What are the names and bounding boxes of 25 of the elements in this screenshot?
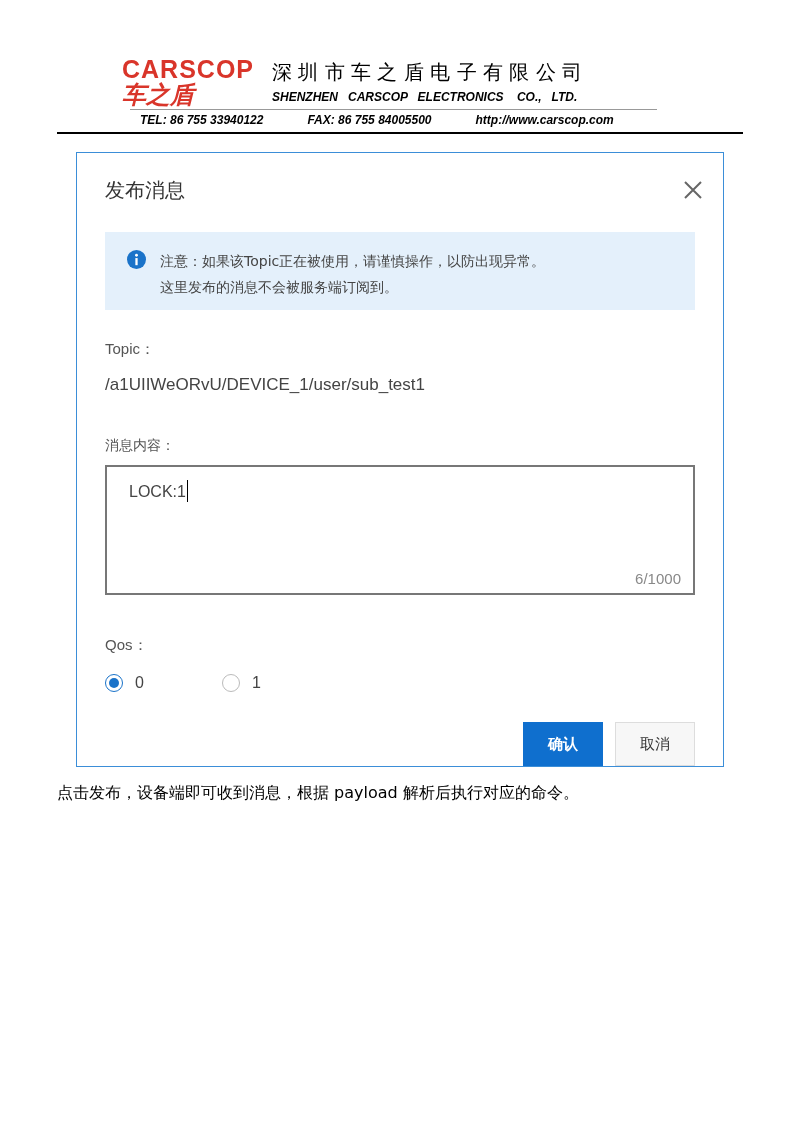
- info-icon: [127, 250, 146, 269]
- text-cursor-icon: [186, 479, 188, 502]
- message-value: LOCK:1: [129, 481, 186, 502]
- message-field[interactable]: LOCK:1 6/1000: [105, 464, 695, 595]
- dialog-title: 发布消息: [105, 177, 185, 204]
- topic-label: Topic：: [105, 338, 157, 359]
- message-label: 消息内容：: [105, 435, 176, 455]
- topic-path: /a1UIIWeORvU/DEVICE_1/user/sub_test1: [105, 374, 426, 397]
- character-counter: 6/1000: [635, 569, 681, 589]
- caption-text: 点击发布，设备端即可收到消息，根据 payload 解析后执行对应的命令。: [57, 782, 579, 804]
- qos-label: Qos：: [105, 634, 149, 655]
- logo-text: 车之盾: [122, 82, 272, 108]
- contact-text: FAX: 86 755 84005500: [307, 112, 432, 129]
- notice-text: 这里发布的消息不会被服务端订阅到。: [160, 278, 399, 297]
- company-name: 深 圳 市 车 之 盾 电 子 有 限 公 司: [272, 60, 582, 84]
- logo-text: CARSCOP: [122, 56, 255, 82]
- cancel-button[interactable]: 取消: [615, 722, 695, 766]
- notice-text: 注意：如果该Topic正在被使用，请谨慎操作，以防出现异常。: [160, 252, 546, 271]
- contact-text: TEL: 86 755 33940122: [140, 112, 264, 129]
- confirm-button[interactable]: 确认: [523, 722, 603, 766]
- qos-radio[interactable]: 0: [105, 671, 222, 695]
- contact-text: http://www.carscop.com: [475, 112, 614, 129]
- qos-radio[interactable]: 1: [222, 671, 339, 695]
- close-icon[interactable]: [683, 180, 703, 200]
- company-name: SHENZHEN CARSCOP ELECTRONICS CO., LTD.: [272, 89, 579, 106]
